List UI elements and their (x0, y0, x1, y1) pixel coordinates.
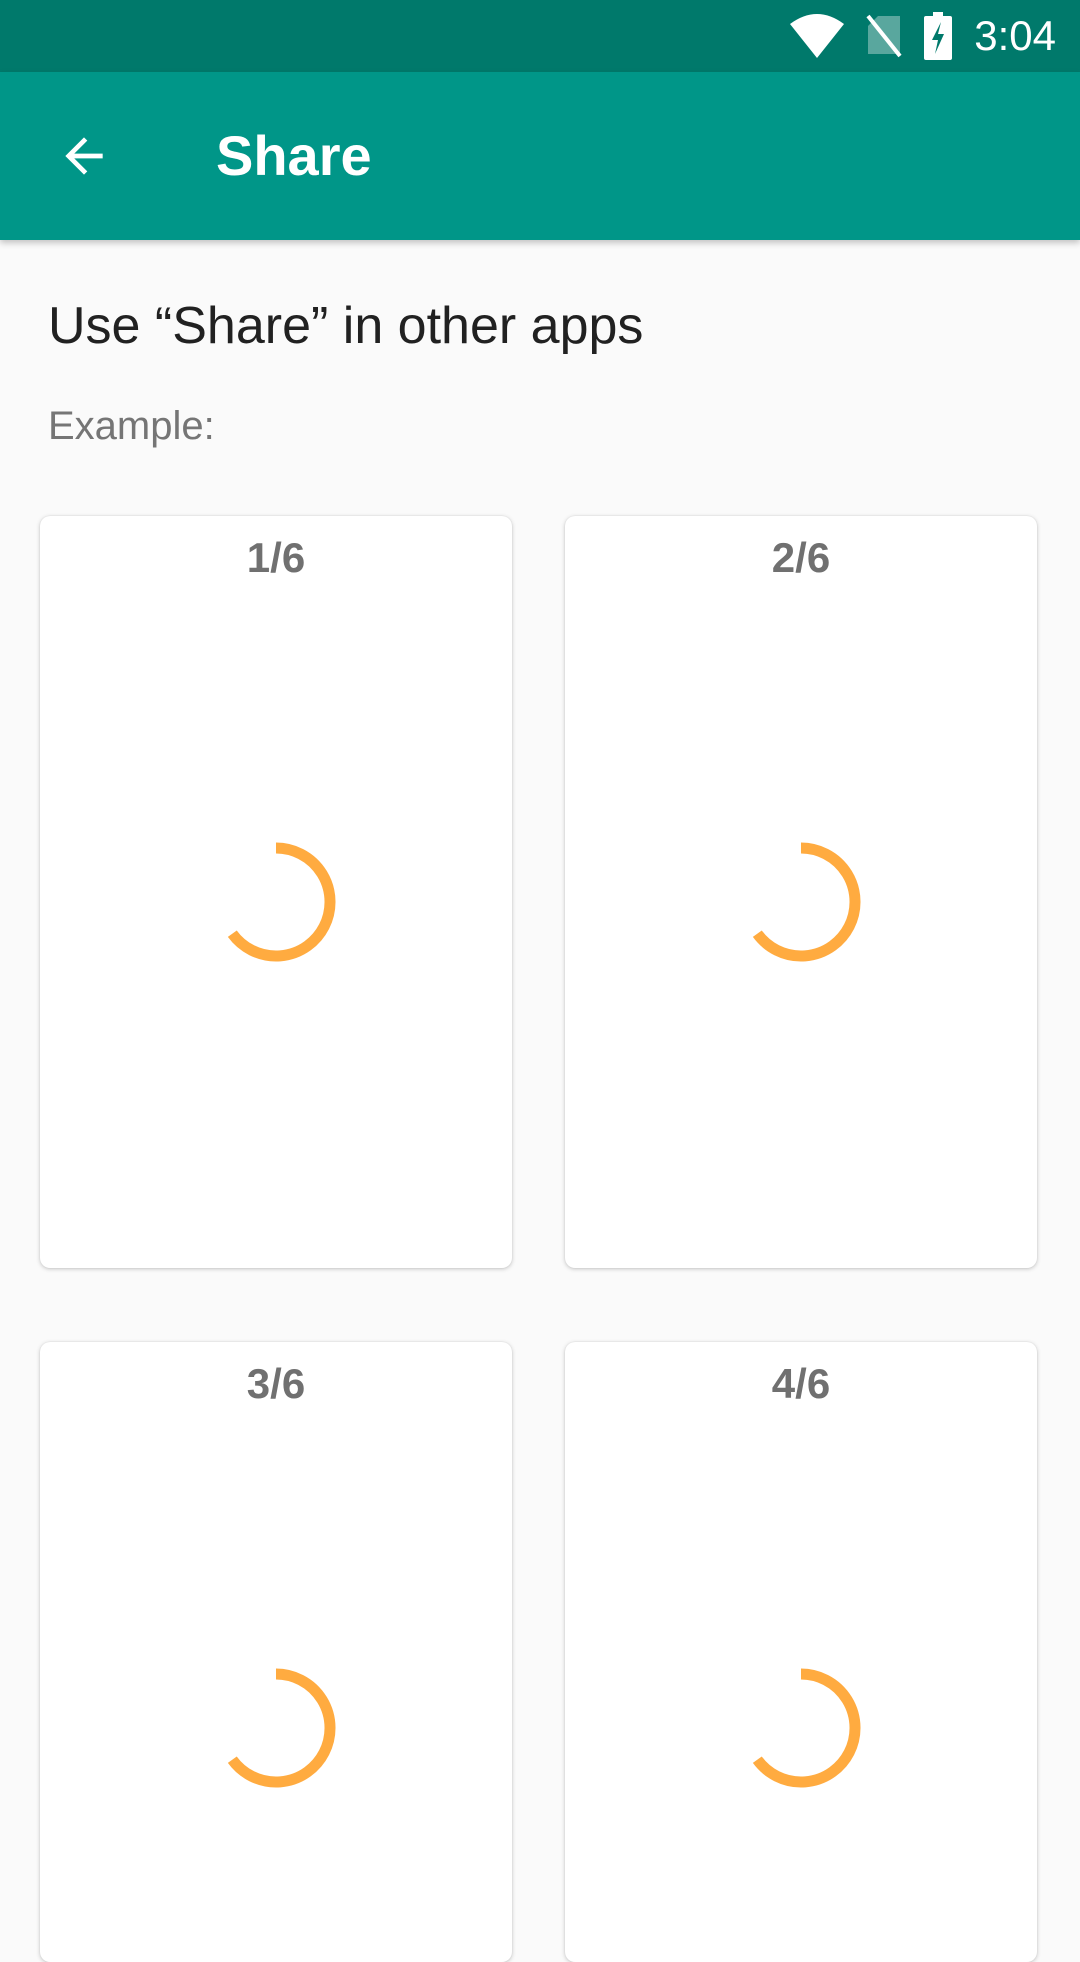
back-button[interactable] (36, 110, 132, 206)
content: Use “Share” in other apps Example: 1/6 2… (0, 240, 1080, 1962)
card-page-label: 1/6 (246, 534, 306, 581)
no-sim-icon (866, 14, 902, 58)
example-card-1[interactable]: 1/6 (40, 516, 512, 1268)
loading-spinner-icon (752, 1668, 861, 1788)
example-label: Example: (48, 404, 215, 448)
card-page-label: 3/6 (246, 1360, 306, 1407)
loading-spinner-icon (227, 1668, 336, 1788)
page-title: Share (216, 124, 372, 187)
section-heading: Use “Share” in other apps (48, 297, 644, 355)
card-page-label: 2/6 (771, 534, 831, 581)
battery-charging-icon (924, 12, 953, 60)
arrow-back-icon (56, 128, 112, 189)
status-icons: 3:04 (790, 0, 1056, 72)
wifi-icon (790, 14, 845, 58)
card-page-label: 4/6 (771, 1360, 831, 1407)
status-time: 3:04 (974, 12, 1056, 59)
loading-spinner-icon (227, 842, 336, 962)
example-card-2[interactable]: 2/6 (565, 516, 1037, 1268)
status-bar: 3:04 (0, 0, 1080, 72)
example-card-4[interactable]: 4/6 (565, 1342, 1037, 1962)
app-bar: Share (0, 72, 1080, 240)
example-card-3[interactable]: 3/6 (40, 1342, 512, 1962)
loading-spinner-icon (752, 842, 861, 962)
